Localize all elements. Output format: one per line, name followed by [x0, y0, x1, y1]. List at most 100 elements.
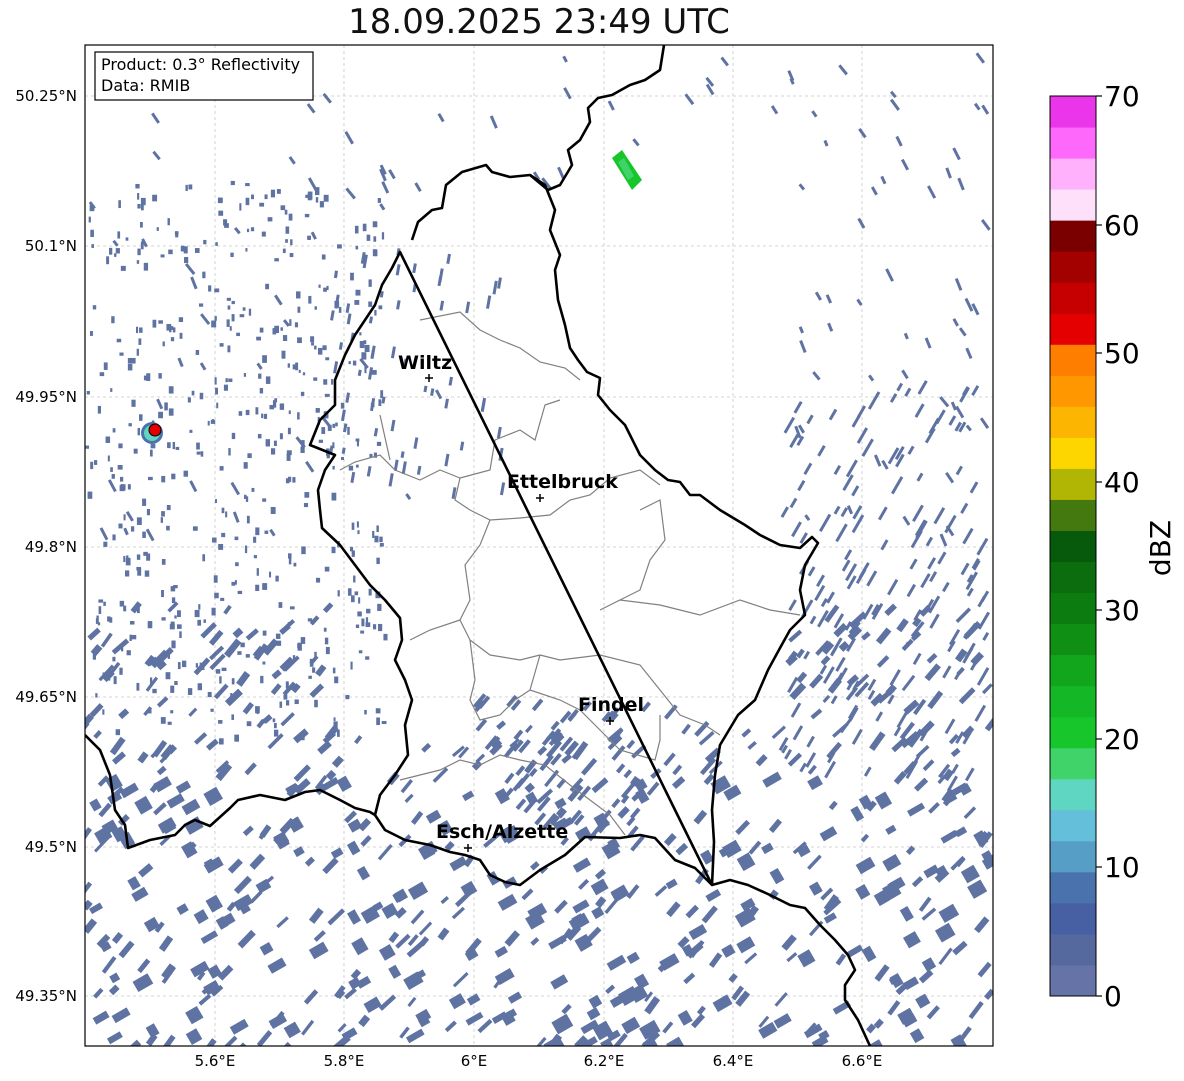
echo-pixel	[286, 450, 292, 456]
colorbar-ticks: 0 10 20 30 40 50 60 70	[1096, 80, 1140, 1013]
echo-pixel	[105, 436, 111, 443]
echo-pixel	[278, 602, 283, 608]
echo-pixel	[139, 414, 143, 421]
echo-pixel	[171, 473, 176, 480]
echo-pixel	[314, 699, 318, 708]
echo-pixel	[341, 456, 344, 460]
echo-pixel	[345, 694, 350, 700]
echo-pixel	[255, 527, 260, 536]
echo-pixel	[95, 693, 98, 698]
echo-pixel	[260, 675, 264, 684]
colorbar-tick-label: 60	[1104, 209, 1140, 242]
echo-pixel	[318, 439, 323, 443]
echo-pixel	[376, 557, 380, 565]
echo-pixel	[175, 446, 180, 450]
echo-pixel	[358, 650, 363, 654]
lon-label: 6.2°E	[584, 1052, 625, 1070]
echo-pixel	[272, 718, 276, 723]
echo-pixel	[238, 411, 243, 416]
colorbar: 0 10 20 30 40 50 60 70 dBZ	[1049, 80, 1177, 1013]
echo-pixel	[372, 624, 377, 630]
echo-pixel	[126, 650, 131, 656]
echo-pixel	[323, 287, 327, 292]
echo-pixel	[285, 700, 290, 706]
echo-pixel	[334, 676, 339, 684]
echo-pixel	[181, 660, 187, 668]
echo-pixel	[136, 682, 140, 691]
echo-pixel	[242, 307, 246, 311]
colorbar-swatch	[1050, 437, 1096, 469]
echo-pixel	[366, 234, 371, 241]
echo-pixel	[207, 420, 210, 426]
echo-pixel	[319, 201, 324, 208]
echo-pixel	[172, 441, 176, 450]
echo-pixel	[131, 399, 136, 407]
colorbar-swatch	[1050, 251, 1096, 283]
echo-pixel	[87, 491, 93, 499]
data-source-label: Data: RMIB	[101, 76, 190, 95]
echo-pixel	[259, 327, 264, 333]
echo-pixel	[289, 253, 294, 258]
echo-pixel	[324, 637, 329, 645]
echo-pixel	[136, 348, 139, 356]
echo-pixel	[152, 688, 157, 694]
echo-pixel	[314, 306, 317, 310]
echo-pixel	[135, 326, 139, 334]
echo-pixel	[90, 229, 94, 237]
colorbar-swatch	[1050, 623, 1096, 656]
echo-pixel	[318, 347, 323, 355]
echo-pixel	[117, 231, 121, 239]
echo-pixel	[161, 617, 166, 621]
colorbar-swatch	[1050, 313, 1096, 345]
echo-pixel	[354, 591, 359, 596]
echo-pixel	[239, 203, 242, 211]
echo-pixel	[261, 413, 264, 419]
echo-pixel	[292, 364, 297, 370]
echo-pixel	[265, 376, 271, 384]
colorbar-swatch	[1050, 158, 1096, 190]
echo-pixel	[131, 634, 137, 640]
echo-pixel	[124, 570, 130, 577]
echo-pixel	[365, 617, 369, 624]
echo-pixel	[355, 289, 361, 296]
echo-pixel	[231, 300, 235, 305]
echo-pixel	[202, 271, 206, 279]
echo-pixel	[200, 451, 204, 457]
echo-pixel	[137, 203, 141, 209]
echo-pixel	[187, 688, 193, 695]
echo-pixel	[215, 669, 221, 674]
echo-pixel	[256, 336, 261, 341]
echo-pixel	[115, 248, 120, 254]
colorbar-swatch	[1050, 344, 1096, 376]
echo-pixel	[146, 508, 151, 516]
echo-pixel	[354, 225, 359, 234]
echo-pixel	[251, 194, 254, 200]
echo-pixel	[365, 656, 370, 660]
echo-pixel	[112, 656, 116, 662]
echo-pixel	[112, 534, 116, 541]
echo-pixel	[288, 410, 291, 415]
echo-pixel	[246, 228, 250, 233]
echo-pixel	[245, 409, 250, 416]
echo-pixel	[168, 249, 173, 255]
echo-pixel	[160, 254, 165, 258]
echo-pixel	[335, 422, 338, 427]
echo-pixel	[143, 262, 149, 271]
echo-pixel	[265, 439, 271, 447]
echo-pixel	[372, 249, 377, 257]
echo-pixel	[230, 180, 235, 186]
echo-pixel	[221, 532, 226, 538]
echo-pixel	[152, 194, 158, 202]
echo-pixel	[185, 184, 188, 191]
echo-pixel	[215, 387, 219, 395]
lat-label: 49.65°N	[15, 688, 77, 706]
echo-pixel	[111, 473, 115, 479]
echo-pixel	[290, 239, 293, 246]
echo-pixel	[211, 607, 216, 616]
echo-pixel	[144, 570, 150, 577]
echo-pixel	[255, 407, 259, 415]
lat-label: 49.95°N	[15, 388, 77, 406]
echo-pixel	[195, 349, 200, 355]
city-label: Findel	[578, 694, 644, 716]
echo-pixel	[219, 343, 224, 347]
